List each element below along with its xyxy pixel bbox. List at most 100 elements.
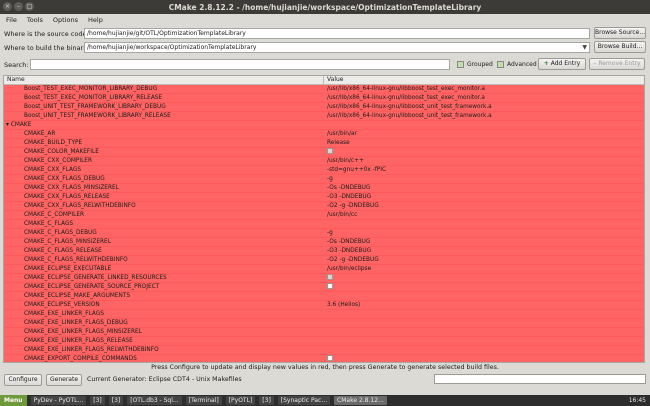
table-row[interactable]: Boost_TEST_EXEC_MONITOR_LIBRARY_DEBUG/us… [4,85,644,94]
table-row[interactable]: Boost_UNIT_TEST_FRAMEWORK_LIBRARY_DEBUG /… [4,103,644,112]
table-row[interactable]: CMAKE_C_FLAGS_RELWITHDEBINFO -O2 -g -DNDE… [4,256,644,265]
entry-value[interactable] [324,274,644,282]
entry-value[interactable]: /usr/bin/eclipse [324,265,644,273]
taskbar-item[interactable]: [PyOTL] [225,396,256,405]
entry-value[interactable]: -O3 -DNDEBUG [324,193,644,201]
configure-button[interactable]: Configure [4,374,42,386]
taskbar-item[interactable]: [3] [90,396,105,405]
entry-name-text: CMAKE_C_FLAGS_DEBUG [24,230,97,236]
table-row[interactable]: CMAKE_COLOR_MAKEFILE [4,148,644,157]
entry-value[interactable] [324,355,644,362]
entry-name-text: CMAKE_C_FLAGS [24,221,74,227]
table-row[interactable]: CMAKE_C_FLAGS_DEBUG -g [4,229,644,238]
table-row[interactable]: CMAKE_CXX_FLAGS_MINSIZEREL -Os -DNDEBUG [4,184,644,193]
table-row[interactable]: CMAKE_AR/usr/bin/ar [4,130,644,139]
entry-value[interactable]: -g [324,229,644,237]
advanced-checkbox[interactable] [497,61,504,68]
entry-value[interactable] [324,328,644,336]
entry-value[interactable]: -Os -DNDEBUG [324,238,644,246]
entry-name: CMAKE_C_FLAGS_RELEASE [4,247,324,255]
entry-value[interactable]: /usr/lib/x86_64-linux-gnu/libboost_unit_… [324,112,644,120]
table-row[interactable]: CMAKE_EXE_LINKER_FLAGS_DEBUG [4,319,644,328]
table-row[interactable]: CMAKE_C_FLAGS_MINSIZEREL -Os -DNDEBUG [4,238,644,247]
taskbar-item[interactable]: [3] [259,396,274,405]
table-row[interactable]: CMAKE_CXX_COMPILER/usr/bin/c++ [4,157,644,166]
entry-value[interactable]: -O3 -DNDEBUG [324,247,644,255]
table-row[interactable]: CMAKE_EXPORT_COMPILE_COMMANDS [4,355,644,362]
search-input[interactable] [30,59,450,70]
entry-value[interactable]: /usr/bin/cc [324,211,644,219]
table-row[interactable]: CMAKE_CXX_FLAGS_RELEASE -O3 -DNDEBUG [4,193,644,202]
remove-entry-button[interactable]: – Remove Entry [589,58,645,70]
table-row[interactable]: CMAKE_C_FLAGS [4,220,644,229]
entry-value[interactable]: -g [324,175,644,183]
table-row[interactable]: CMAKE_EXE_LINKER_FLAGS [4,310,644,319]
table-row[interactable]: CMAKE_EXE_LINKER_FLAGS_RELWITHDEBINFO [4,346,644,355]
value-checkbox[interactable] [327,355,333,361]
table-row[interactable]: CMAKE_ECLIPSE_GENERATE_LINKED_RESOURCES [4,274,644,283]
entry-value[interactable] [324,283,644,291]
add-entry-button[interactable]: + Add Entry [538,58,586,70]
table-row[interactable]: CMAKE_BUILD_TYPE Release [4,139,644,148]
entry-value[interactable]: -Os -DNDEBUG [324,184,644,192]
entry-value[interactable] [324,319,644,327]
value-checkbox[interactable] [327,274,333,280]
entry-value[interactable]: /usr/lib/x86_64-linux-gnu/libboost_test_… [324,85,644,93]
name-column-header[interactable]: Name [4,76,324,84]
value-column-header[interactable]: Value [324,76,644,84]
menu-help[interactable]: Help [88,16,103,24]
entry-value[interactable] [324,310,644,318]
taskbar-item[interactable]: [Synaptic Pac... [277,396,331,405]
taskbar-item-cmake[interactable]: CMake 2.8.12... [334,396,387,405]
entry-value[interactable]: /usr/bin/ar [324,130,644,138]
table-row[interactable]: Boost_TEST_EXEC_MONITOR_LIBRARY_RELEASE /… [4,94,644,103]
start-menu-button[interactable]: Menu [0,395,27,406]
entry-value[interactable] [324,148,644,156]
value-checkbox[interactable] [327,148,333,154]
table-row[interactable]: CMAKE_C_FLAGS_RELEASE -O3 -DNDEBUG [4,247,644,256]
taskbar-item[interactable]: [OTL.db3 - Sql... [127,396,182,405]
source-path-field[interactable]: /home/hujianjie/git/OTL/OptimizationTemp… [84,28,590,39]
table-row[interactable]: CMAKE_ECLIPSE_EXECUTABLE/usr/bin/eclipse [4,265,644,274]
table-row[interactable]: CMAKE_ECLIPSE_VERSION 3.6 (Helios) [4,301,644,310]
entry-value[interactable]: -O2 -g -DNDEBUG [324,202,644,210]
entry-value[interactable]: /usr/lib/x86_64-linux-gnu/libboost_test_… [324,94,644,102]
table-row[interactable]: Boost_UNIT_TEST_FRAMEWORK_LIBRARY_RELEAS… [4,112,644,121]
browse-source-button[interactable]: Browse Source... [594,27,646,39]
entry-name-text: CMAKE_EXE_LINKER_FLAGS_DEBUG [24,320,128,326]
cache-table[interactable]: Name Value Boost_TEST_EXEC_MONITOR_LIBRA… [3,75,645,363]
menu-file[interactable]: File [6,16,17,24]
entry-name: CMAKE_EXE_LINKER_FLAGS_MINSIZEREL [4,328,324,336]
table-row[interactable]: CMAKE_ECLIPSE_GENERATE_SOURCE_PROJECT [4,283,644,292]
progress-bar [434,374,646,384]
table-row[interactable]: CMAKE_EXE_LINKER_FLAGS_RELEASE [4,337,644,346]
table-row[interactable]: CMAKE_EXE_LINKER_FLAGS_MINSIZEREL [4,328,644,337]
grouped-checkbox[interactable] [457,61,464,68]
generate-button[interactable]: Generate [46,374,82,386]
entry-value[interactable]: -std=gnu++0x -fPIC [324,166,644,174]
build-path-combo[interactable]: /home/hujianjie/workspace/OptimizationTe… [84,42,590,53]
entry-value[interactable]: /usr/bin/c++ [324,157,644,165]
entry-value[interactable] [324,292,644,300]
entry-value[interactable] [324,121,644,129]
browse-build-button[interactable]: Browse Build... [594,41,646,53]
table-row[interactable]: CMAKE_CXX_FLAGS_RELWITHDEBINFO -O2 -g -DN… [4,202,644,211]
entry-value[interactable]: /usr/lib/x86_64-linux-gnu/libboost_unit_… [324,103,644,111]
entry-value[interactable]: -O2 -g -DNDEBUG [324,256,644,264]
taskbar-item[interactable]: [Terminal] [185,396,222,405]
entry-value[interactable] [324,337,644,345]
table-group-row[interactable]: ▾ CMAKE [4,121,644,130]
menu-tools[interactable]: Tools [27,16,43,24]
table-row[interactable]: CMAKE_CXX_FLAGS_DEBUG -g [4,175,644,184]
value-checkbox[interactable] [327,283,333,289]
entry-value[interactable]: 3.6 (Helios) [324,301,644,309]
menu-options[interactable]: Options [53,16,78,24]
entry-value[interactable] [324,220,644,228]
table-row[interactable]: CMAKE_ECLIPSE_MAKE_ARGUMENTS [4,292,644,301]
taskbar-item[interactable]: PyDev - PyOTL... [30,396,87,405]
entry-value[interactable] [324,346,644,354]
taskbar-item[interactable]: [3] [108,396,124,405]
entry-value[interactable]: Release [324,139,644,147]
table-row[interactable]: CMAKE_CXX_FLAGS -std=gnu++0x -fPIC [4,166,644,175]
table-row[interactable]: CMAKE_C_COMPILER/usr/bin/cc [4,211,644,220]
